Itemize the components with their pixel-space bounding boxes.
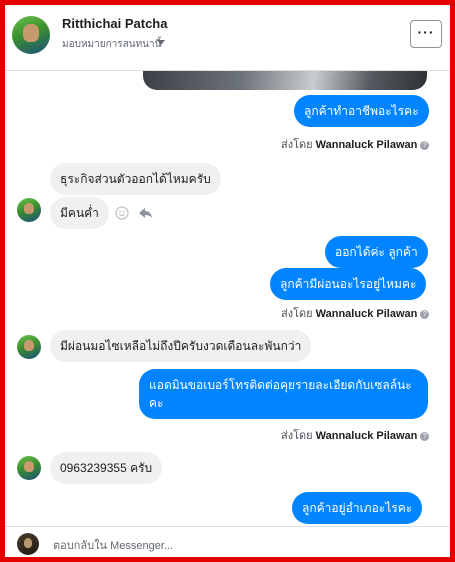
assign-conversation-label[interactable]: มอบหมายการสนทนานี้ — [62, 37, 161, 52]
conversation-panel: Ritthichai Patcha มอบหมายการสนทนานี้ ···… — [5, 5, 450, 557]
contact-name[interactable]: Ritthichai Patcha — [62, 16, 167, 31]
outgoing-message[interactable]: ออกได้ค่ะ ลูกค้า — [325, 236, 428, 268]
help-icon[interactable]: ? — [420, 140, 430, 150]
help-icon[interactable]: ? — [420, 309, 430, 319]
conversation-header: Ritthichai Patcha มอบหมายการสนทนานี้ ··· — [5, 5, 450, 71]
page-avatar — [17, 533, 39, 555]
image-attachment[interactable] — [143, 69, 427, 90]
outgoing-message[interactable]: แอดมินขอเบอร์โทรติดต่อคุยรายละเอียดกับเซ… — [139, 369, 428, 419]
reply-input[interactable]: ตอบกลับใน Messenger... — [53, 536, 173, 554]
reply-bar: ตอบกลับใน Messenger... — [5, 526, 450, 557]
message-actions — [115, 206, 152, 220]
reply-arrow-icon[interactable] — [139, 208, 152, 218]
contact-avatar-small[interactable] — [17, 335, 41, 359]
outgoing-message[interactable]: ลูกค้ามีผ่อนอะไรอยู่ไหมคะ — [270, 268, 427, 300]
sent-by-label: ส่งโดย Wannaluck Pilawan? — [281, 426, 430, 444]
sender-name: Wannaluck Pilawan — [315, 430, 418, 442]
sent-by-prefix: ส่งโดย — [281, 308, 313, 320]
contact-avatar-small[interactable] — [17, 456, 41, 480]
incoming-message[interactable]: มีผ่อนมอไซเหลือไม่ถึงปีครับงวดเดือนละพัน… — [50, 330, 312, 362]
caret-down-icon[interactable] — [157, 40, 165, 45]
help-icon[interactable]: ? — [420, 431, 430, 441]
contact-avatar[interactable] — [12, 16, 50, 54]
contact-avatar-small[interactable] — [17, 198, 41, 222]
more-options-button[interactable]: ··· — [410, 20, 442, 48]
outgoing-message[interactable]: ลูกค้าทำอาชีพอะไรคะ — [294, 95, 429, 127]
sender-name: Wannaluck Pilawan — [315, 308, 418, 320]
sent-by-label: ส่งโดย Wannaluck Pilawan? — [281, 135, 430, 153]
sent-by-prefix: ส่งโดย — [281, 430, 313, 442]
sent-by-label: ส่งโดย Wannaluck Pilawan? — [281, 304, 430, 322]
incoming-message[interactable]: 0963239355 ครับ — [50, 452, 163, 484]
smiley-icon[interactable] — [115, 206, 129, 220]
incoming-message[interactable]: ธุระกิจส่วนตัวออกได้ไหมครับ — [50, 163, 221, 195]
outgoing-message[interactable]: ลูกค้าอยู่อำเภอะไรคะ — [292, 492, 423, 524]
sent-by-prefix: ส่งโดย — [281, 139, 313, 151]
sender-name: Wannaluck Pilawan — [315, 139, 418, 151]
incoming-message[interactable]: มีคนค่ำ — [50, 197, 109, 229]
